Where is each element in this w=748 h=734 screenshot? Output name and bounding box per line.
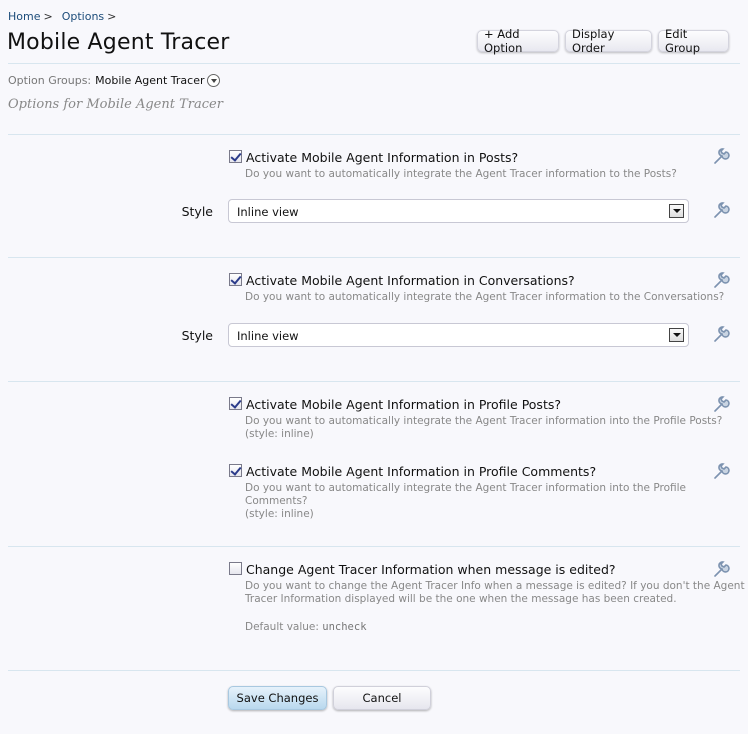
posts-option-label[interactable]: Activate Mobile Agent Information in Pos… [246,150,518,165]
edited-message-description-line2: Tracer Information displayed will be the… [245,593,677,605]
style-label: Style [181,204,213,219]
divider [8,63,740,64]
posts-checkbox[interactable] [229,150,242,163]
edit-group-button[interactable]: Edit Group [658,27,729,55]
conversations-option-label[interactable]: Activate Mobile Agent Information in Con… [246,273,575,288]
conversations-style-select[interactable]: Inline view [228,323,689,347]
profile-comments-option-label[interactable]: Activate Mobile Agent Information in Pro… [246,464,596,479]
edited-message-checkbox[interactable] [229,562,242,575]
posts-option-description: Do you want to automatically integrate t… [245,168,677,180]
edited-message-description-line1: Do you want to change the Agent Tracer I… [245,580,745,592]
toolbar: + Add Option Display Order Edit Group [477,27,729,55]
wrench-icon[interactable] [712,463,730,481]
divider [8,134,740,135]
divider [8,381,740,382]
conversations-style-select-value: Inline view [237,329,299,343]
breadcrumb-separator: > [107,10,117,23]
default-value-code: uncheck [322,621,367,633]
default-value: Default value: uncheck [245,621,367,633]
wrench-icon[interactable] [712,396,730,414]
chevron-down-icon[interactable] [669,204,684,218]
wrench-icon[interactable] [712,326,730,344]
cancel-button[interactable]: Cancel [333,686,431,710]
edited-message-option-label[interactable]: Change Agent Tracer Information when mes… [246,562,616,577]
conversations-checkbox[interactable] [229,273,242,286]
profile-posts-description-line: Do you want to automatically integrate t… [245,415,723,427]
display-order-button[interactable]: Display Order [565,27,652,55]
posts-style-select[interactable]: Inline view [228,199,689,223]
profile-posts-description-style: (style: inline) [245,428,314,440]
profile-comments-description-style: (style: inline) [245,508,314,520]
profile-comments-description-line: Do you want to automatically integrate t… [245,482,686,507]
profile-posts-checkbox[interactable] [229,397,242,410]
divider [8,670,740,671]
breadcrumb-home-link[interactable]: Home [8,10,40,23]
save-changes-button[interactable]: Save Changes [228,686,327,710]
default-value-label: Default value: [245,621,319,633]
profile-posts-option-label[interactable]: Activate Mobile Agent Information in Pro… [246,397,561,412]
page-title: Mobile Agent Tracer [7,30,230,55]
breadcrumb: Home > Options > [8,10,121,23]
divider [8,546,740,547]
add-option-button[interactable]: + Add Option [477,27,559,55]
wrench-icon[interactable] [712,272,730,290]
posts-style-select-value: Inline view [237,205,299,219]
page-subtitle: Options for Mobile Agent Tracer [8,97,223,112]
style-label: Style [181,328,213,343]
breadcrumb-options-link[interactable]: Options [62,10,104,23]
conversations-option-description: Do you want to automatically integrate t… [245,291,725,303]
option-groups-label: Option Groups: [8,74,92,87]
profile-comments-checkbox[interactable] [229,464,242,477]
wrench-icon[interactable] [712,148,730,166]
wrench-icon[interactable] [712,561,730,579]
breadcrumb-separator: > [43,10,53,23]
edited-message-option-description: Do you want to change the Agent Tracer I… [245,580,745,606]
option-groups-value[interactable]: Mobile Agent Tracer [95,74,204,87]
divider [8,257,740,258]
wrench-icon[interactable] [712,202,730,220]
option-groups: Option Groups: Mobile Agent Tracer [8,74,221,87]
chevron-down-icon[interactable] [207,74,221,87]
chevron-down-icon[interactable] [669,328,684,342]
profile-posts-option-description: Do you want to automatically integrate t… [245,415,722,441]
profile-comments-option-description: Do you want to automatically integrate t… [245,482,748,521]
